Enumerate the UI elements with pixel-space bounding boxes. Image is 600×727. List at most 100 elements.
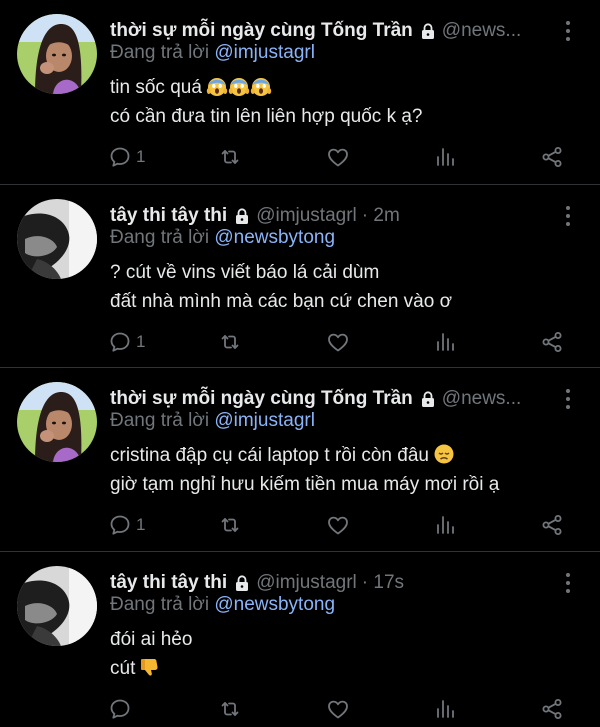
tweet-text: tin sốc quá có cần đưa tin lên liên hợp q…: [110, 73, 423, 131]
timestamp[interactable]: · 17s: [362, 572, 404, 594]
timestamp[interactable]: · 2m: [362, 205, 400, 227]
tweet-actions: 1: [108, 144, 568, 170]
views-button[interactable]: [433, 512, 457, 538]
face-screaming-in-fear-emoji: [206, 75, 228, 97]
face-screaming-in-fear-emoji: [228, 75, 250, 97]
retweet-button[interactable]: [218, 329, 242, 355]
views-button[interactable]: [433, 144, 457, 170]
tweet-text-line: có cần đưa tin lên liên hợp quốc k ạ?: [110, 102, 423, 131]
user-handle[interactable]: @imjustagrl: [256, 572, 357, 594]
avatar[interactable]: [17, 199, 97, 279]
reply-button[interactable]: 1: [108, 329, 145, 355]
tweet-actions: 1: [108, 329, 568, 355]
avatar[interactable]: [17, 566, 97, 646]
lock-icon: [233, 574, 251, 592]
disappointed-face-emoji: [433, 443, 455, 465]
reply-count: 1: [136, 515, 146, 534]
tweet-text: cristina đập cụ cái laptop t rồi còn đâu…: [110, 441, 499, 499]
tweet-text-content: ? cút về vins viết báo lá cải dùm: [110, 262, 380, 283]
tweet-card[interactable]: thời sự mỗi ngày cùng Tống Trần @news... Đ…: [0, 368, 600, 551]
reply-bubble-icon: [108, 330, 132, 354]
tweet-text-content: tin sốc quá: [110, 77, 202, 98]
share-button[interactable]: [540, 144, 564, 170]
tweet-text-line: tin sốc quá: [110, 73, 423, 102]
mention-link[interactable]: @imjustagrl: [214, 410, 315, 431]
tweet-text-content: cút: [110, 658, 136, 679]
replying-to: Đang trả lời @imjustagrl: [110, 410, 315, 432]
share-button[interactable]: [540, 696, 564, 722]
reply-count: 1: [136, 147, 146, 166]
tweet-text-line: đất nhà mình mà các bạn cứ chen vào ơ: [110, 287, 452, 316]
thumbs-down-emoji: [139, 656, 161, 678]
share-icon: [540, 513, 564, 537]
share-button[interactable]: [540, 512, 564, 538]
reply-button[interactable]: [108, 696, 132, 722]
heart-icon: [326, 513, 350, 537]
heart-icon: [326, 145, 350, 169]
mention-link[interactable]: @newsbytong: [214, 594, 335, 615]
like-button[interactable]: [326, 512, 350, 538]
tweet-text-line: cristina đập cụ cái laptop t rồi còn đâu: [110, 441, 499, 470]
user-handle[interactable]: @imjustagrl: [256, 205, 357, 227]
tweet-card[interactable]: tây thi tây thi @imjustagrl · 2m Đang trả l…: [0, 185, 600, 367]
more-vertical-icon[interactable]: [560, 203, 576, 229]
retweet-icon: [218, 697, 242, 721]
tweet-text-content: có cần đưa tin lên liên hợp quốc k ạ?: [110, 106, 423, 127]
display-name[interactable]: tây thi tây thi: [110, 572, 227, 594]
replying-to: Đang trả lời @newsbytong: [110, 227, 335, 249]
retweet-button[interactable]: [218, 696, 242, 722]
like-button[interactable]: [326, 329, 350, 355]
analytics-bars-icon: [433, 145, 457, 169]
heart-icon: [326, 697, 350, 721]
user-handle[interactable]: @news...: [442, 388, 521, 410]
tweet-header: tây thi tây thi @imjustagrl · 17s: [110, 570, 550, 596]
more-vertical-icon[interactable]: [560, 570, 576, 596]
tweet-actions: [108, 696, 568, 722]
mention-link[interactable]: @imjustagrl: [214, 42, 315, 63]
tweet-text-content: giờ tạm nghỉ hưu kiếm tiền mua máy mơi r…: [110, 474, 500, 495]
tweet-text-line: đói ai hẻo: [110, 625, 192, 654]
reply-button[interactable]: 1: [108, 512, 145, 538]
views-button[interactable]: [433, 696, 457, 722]
views-button[interactable]: [433, 329, 457, 355]
like-button[interactable]: [326, 144, 350, 170]
tweet-text-content: đói ai hẻo: [110, 629, 193, 650]
share-icon: [540, 697, 564, 721]
avatar[interactable]: [17, 14, 97, 94]
replying-to-label: Đang trả lời: [110, 227, 215, 248]
avatar[interactable]: [17, 382, 97, 462]
mention-link[interactable]: @newsbytong: [214, 227, 335, 248]
tweet-text: ? cút về vins viết báo lá cải dùm đất nhà…: [110, 258, 452, 316]
tweet-text-line: giờ tạm nghỉ hưu kiếm tiền mua máy mơi r…: [110, 470, 499, 499]
reply-bubble-icon: [108, 513, 132, 537]
reply-count: 1: [136, 332, 146, 351]
reply-bubble-icon: [108, 697, 132, 721]
tweet-text-content: đất nhà mình mà các bạn cứ chen vào ơ: [110, 291, 453, 312]
user-handle[interactable]: @news...: [442, 20, 521, 42]
tweet-text-content: cristina đập cụ cái laptop t rồi còn đâu: [110, 445, 429, 466]
retweet-icon: [218, 330, 242, 354]
tweet-card[interactable]: thời sự mỗi ngày cùng Tống Trần @news... Đ…: [0, 0, 600, 184]
display-name[interactable]: thời sự mỗi ngày cùng Tống Trần: [110, 20, 413, 42]
display-name[interactable]: tây thi tây thi: [110, 205, 227, 227]
more-vertical-icon[interactable]: [560, 386, 576, 412]
tweet-header: thời sự mỗi ngày cùng Tống Trần @news...: [110, 18, 550, 44]
retweet-button[interactable]: [218, 144, 242, 170]
retweet-button[interactable]: [218, 512, 242, 538]
lock-icon: [233, 207, 251, 225]
replying-to-label: Đang trả lời: [110, 594, 215, 615]
replying-to-label: Đang trả lời: [110, 410, 215, 431]
tweet-text-line: ? cút về vins viết báo lá cải dùm: [110, 258, 452, 287]
display-name[interactable]: thời sự mỗi ngày cùng Tống Trần: [110, 388, 413, 410]
analytics-bars-icon: [433, 513, 457, 537]
tweet-header: tây thi tây thi @imjustagrl · 2m: [110, 203, 550, 229]
reply-button[interactable]: 1: [108, 144, 145, 170]
share-icon: [540, 145, 564, 169]
heart-icon: [326, 330, 350, 354]
more-vertical-icon[interactable]: [560, 18, 576, 44]
replying-to: Đang trả lời @newsbytong: [110, 594, 335, 616]
tweet-card[interactable]: tây thi tây thi @imjustagrl · 17s Đang trả …: [0, 552, 600, 727]
like-button[interactable]: [326, 696, 350, 722]
tweet-actions: 1: [108, 512, 568, 538]
share-button[interactable]: [540, 329, 564, 355]
